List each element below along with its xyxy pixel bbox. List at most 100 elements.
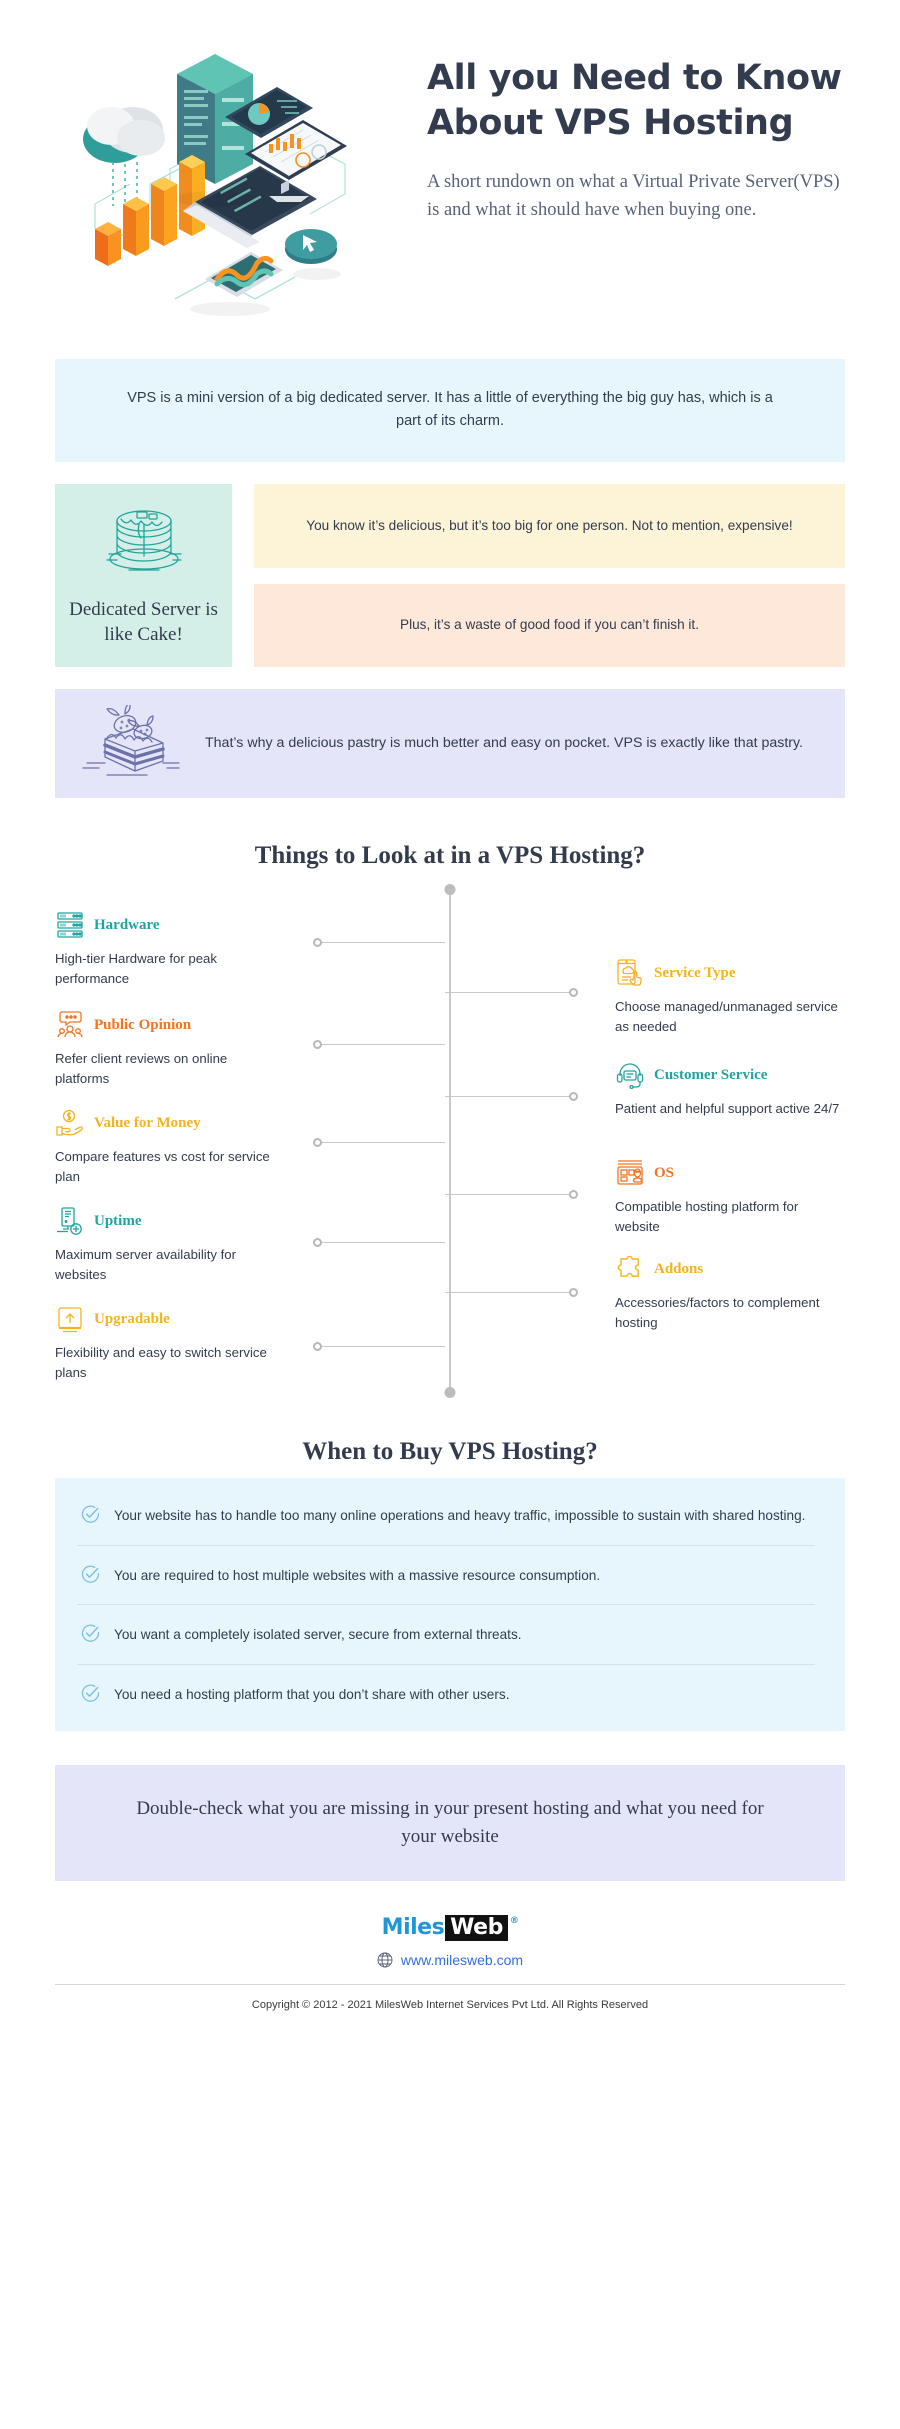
- cake-analogy-row: Dedicated Server is like Cake! You know …: [55, 483, 845, 668]
- feature-customer-service: Customer Service Patient and helpful sup…: [615, 1060, 845, 1119]
- connector-line: [445, 1194, 573, 1196]
- connector-line: [445, 992, 573, 994]
- list-item-text: You want a completely isolated server, s…: [114, 1627, 522, 1643]
- dedicated-server-cake-card: Dedicated Server is like Cake!: [55, 483, 232, 668]
- operating-system-icon: [615, 1158, 645, 1188]
- server-rack-icon: [55, 910, 85, 940]
- connector-node: [313, 1138, 322, 1148]
- features-timeline: Hardware High-tier Hardware for peak per…: [55, 884, 845, 1399]
- feature-desc: Compatible hosting platform for website: [615, 1199, 799, 1235]
- page-subtitle: A short rundown on what a Virtual Privat…: [427, 171, 840, 221]
- connector-line: [445, 1292, 573, 1294]
- list-item: You need a hosting platform that you don…: [77, 1665, 815, 1723]
- hero-text-block: All you Need to Know About VPS Hosting A…: [415, 34, 845, 225]
- footer: Miles Web ® www.milesweb.com Copyright ©…: [0, 1915, 900, 2043]
- connector-node: [569, 1092, 578, 1102]
- logo-miles-text: Miles: [381, 1915, 445, 1941]
- connector-line: [317, 1142, 445, 1144]
- feature-desc: Choose managed/unmanaged service as need…: [615, 999, 838, 1035]
- timeline-dot-bottom: [444, 1387, 456, 1399]
- feature-desc: Maximum server availability for websites: [55, 1247, 237, 1283]
- connector-node: [313, 938, 322, 948]
- closing-banner: Double-check what you are missing in you…: [55, 1765, 845, 1882]
- website-link[interactable]: www.milesweb.com: [0, 1952, 900, 1968]
- server-uptime-icon: [55, 1206, 85, 1236]
- connector-line: [317, 1242, 445, 1244]
- feature-title: Value for Money: [94, 1114, 201, 1131]
- feature-uptime: Uptime Maximum server availability for w…: [55, 1206, 285, 1285]
- milesweb-logo[interactable]: Miles Web ®: [381, 1915, 519, 1942]
- check-circle-icon: [81, 1624, 100, 1643]
- logo-web-text: Web: [445, 1915, 508, 1942]
- connector-line: [317, 1044, 445, 1046]
- website-url: www.milesweb.com: [400, 1952, 524, 1969]
- isometric-server-analytics-illustration: [55, 34, 405, 329]
- feature-hardware: Hardware High-tier Hardware for peak per…: [55, 910, 285, 989]
- hand-coin-icon: [55, 1108, 85, 1138]
- feature-title: Upgradable: [94, 1310, 170, 1327]
- feature-upgradable: Upgradable Flexibility and easy to switc…: [55, 1304, 285, 1383]
- timeline-spine: [449, 890, 451, 1395]
- list-item: You want a completely isolated server, s…: [77, 1605, 815, 1665]
- closing-text: Double-check what you are missing in you…: [136, 1798, 764, 1848]
- when-to-buy-heading: When to Buy VPS Hosting?: [302, 1438, 598, 1466]
- check-circle-icon: [81, 1565, 100, 1584]
- copyright-text: Copyright © 2012 - 2021 MilesWeb Interne…: [251, 1999, 649, 2012]
- intro-text: VPS is a mini version of a big dedicated…: [127, 390, 773, 430]
- feature-title: Hardware: [94, 916, 160, 933]
- timeline-dot-top: [444, 884, 456, 896]
- feature-desc: Accessories/factors to complement hostin…: [615, 1295, 820, 1331]
- feature-title: OS: [654, 1164, 675, 1181]
- pastry-banner: That’s why a delicious pastry is much be…: [55, 689, 845, 799]
- people-review-icon: [55, 1010, 85, 1040]
- pastry-text: That’s why a delicious pastry is much be…: [205, 735, 803, 752]
- list-item-text: You are required to host multiple websit…: [114, 1567, 601, 1583]
- puzzle-piece-icon: [615, 1254, 645, 1284]
- list-item: You are required to host multiple websit…: [77, 1546, 815, 1606]
- check-circle-icon: [81, 1505, 100, 1524]
- feature-addons: Addons Accessories/factors to complement…: [615, 1254, 845, 1333]
- tablet-cloud-tap-icon: [615, 958, 645, 988]
- feature-title: Service Type: [654, 964, 736, 981]
- feature-desc: Compare features vs cost for service pla…: [55, 1149, 270, 1185]
- cake-note-1-text: You know it’s delicious, but it’s too bi…: [306, 517, 793, 533]
- feature-title: Addons: [654, 1260, 704, 1277]
- feature-desc: Flexibility and easy to switch service p…: [55, 1345, 267, 1381]
- footer-divider: [55, 1984, 845, 1986]
- feature-desc: Patient and helpful support active 24/7: [615, 1101, 840, 1117]
- feature-value-for-money: Value for Money Compare features vs cost…: [55, 1108, 285, 1187]
- intro-banner: VPS is a mini version of a big dedicated…: [55, 359, 845, 462]
- when-to-buy-list: Your website has to handle too many onli…: [55, 1478, 845, 1731]
- list-item: Your website has to handle too many onli…: [77, 1486, 815, 1546]
- list-item-text: You need a hosting platform that you don…: [114, 1686, 510, 1702]
- connector-line: [445, 1096, 573, 1098]
- feature-service-type: Service Type Choose managed/unmanaged se…: [615, 958, 845, 1037]
- feature-public-opinion: Public Opinion Refer client reviews on o…: [55, 1010, 285, 1089]
- feature-os: OS Compatible hosting platform for websi…: [615, 1158, 845, 1237]
- cake-note-expensive: You know it’s delicious, but it’s too bi…: [254, 483, 845, 568]
- connector-node: [313, 1040, 322, 1050]
- cake-card-label: Dedicated Server is like Cake!: [69, 598, 218, 646]
- list-item-text: Your website has to handle too many onli…: [114, 1508, 806, 1524]
- check-circle-icon: [81, 1684, 100, 1703]
- connector-line: [317, 942, 445, 944]
- cake-slice-icon: [77, 702, 187, 782]
- upgrade-box-icon: [55, 1304, 85, 1334]
- connector-node: [569, 1288, 578, 1298]
- feature-title: Uptime: [94, 1212, 142, 1229]
- connector-node: [569, 988, 578, 998]
- feature-title: Public Opinion: [94, 1016, 192, 1033]
- feature-desc: High-tier Hardware for peak performance: [55, 951, 217, 987]
- cake-note-waste: Plus, it’s a waste of good food if you c…: [254, 583, 845, 668]
- connector-line: [317, 1346, 445, 1348]
- connector-node: [569, 1190, 578, 1200]
- infographic-page: All you Need to Know About VPS Hosting A…: [0, 0, 900, 2429]
- cake-notes-column: You know it’s delicious, but it’s too bi…: [254, 483, 845, 668]
- connector-node: [313, 1342, 322, 1352]
- connector-node: [313, 1238, 322, 1248]
- headset-support-icon: [615, 1060, 645, 1090]
- things-to-look-heading: Things to Look at in a VPS Hosting?: [254, 842, 646, 870]
- page-title: All you Need to Know About VPS Hosting: [427, 58, 842, 143]
- registered-trademark-icon: ®: [509, 1916, 519, 1927]
- globe-icon: [377, 1952, 393, 1968]
